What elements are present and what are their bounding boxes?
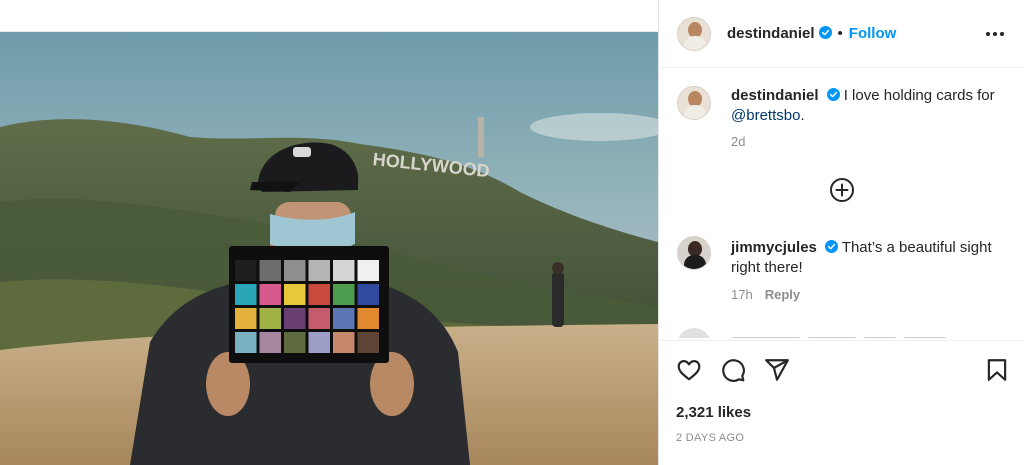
color-swatch	[308, 308, 330, 329]
color-swatch	[284, 284, 306, 305]
author-username[interactable]: destindaniel	[727, 25, 815, 42]
top-strip	[0, 0, 658, 32]
color-chart-card	[229, 246, 389, 363]
color-swatch	[284, 332, 306, 353]
color-swatch	[333, 284, 355, 305]
post-details-panel: destindaniel • Follow destindaniel I love …	[658, 0, 1024, 465]
color-swatch	[357, 332, 379, 353]
post-actions: 2,321 likes 2 DAYS AGO	[659, 340, 1024, 465]
color-swatch	[308, 284, 330, 305]
color-swatch	[357, 308, 379, 329]
plus-circle-icon[interactable]	[829, 177, 855, 203]
post-header: destindaniel • Follow	[659, 0, 1024, 68]
caption-meta: 2d	[731, 134, 745, 149]
author-avatar[interactable]	[677, 17, 711, 51]
bookmark-icon[interactable]	[984, 357, 1010, 383]
comment-icon[interactable]	[720, 357, 746, 383]
avatar	[677, 328, 711, 338]
share-icon[interactable]	[764, 357, 790, 383]
comment-text-partial	[731, 330, 991, 338]
color-swatch	[259, 332, 281, 353]
verified-badge-icon	[826, 88, 840, 101]
comment-username[interactable]: jimmycjules	[731, 239, 817, 256]
post-photo[interactable]: HOLLYWOOD	[0, 32, 658, 465]
caption-username[interactable]: destindaniel	[731, 87, 819, 104]
caption-body: I love holding cards for	[843, 87, 995, 104]
color-swatch	[333, 332, 355, 353]
color-swatch	[284, 308, 306, 329]
header-row: destindaniel • Follow	[727, 25, 896, 43]
verified-badge-icon	[824, 240, 838, 253]
follow-button[interactable]: Follow	[849, 25, 897, 42]
comment-item-partial	[677, 328, 1007, 338]
color-swatch	[235, 308, 257, 329]
color-swatch	[357, 284, 379, 305]
color-swatch	[333, 260, 355, 281]
color-swatch	[308, 332, 330, 353]
color-swatch	[259, 308, 281, 329]
caption-time: 2d	[731, 134, 746, 149]
caption-avatar[interactable]	[677, 86, 711, 120]
caption-mention[interactable]: @brettsbo	[731, 107, 800, 124]
color-swatch	[284, 260, 306, 281]
color-swatch	[235, 260, 257, 281]
color-swatch	[259, 284, 281, 305]
verified-badge-icon	[818, 26, 832, 39]
like-count[interactable]: 2,321 likes	[676, 404, 751, 421]
color-swatch	[333, 308, 355, 329]
reply-button[interactable]: Reply	[765, 287, 800, 302]
caption-text: destindaniel I love holding cards for @b…	[731, 86, 1001, 126]
comment-time: 17h	[731, 287, 753, 302]
post-image: HOLLYWOOD	[0, 32, 658, 465]
comment-text: jimmycjules That’s a beautiful sight rig…	[731, 238, 1001, 278]
color-swatch	[235, 284, 257, 305]
color-swatch	[235, 332, 257, 353]
color-swatch	[357, 260, 379, 281]
color-swatch	[259, 260, 281, 281]
comment-meta: 17h Reply	[731, 287, 800, 302]
heart-icon[interactable]	[676, 357, 702, 383]
separator-dot: •	[837, 25, 843, 42]
color-swatch	[308, 260, 330, 281]
more-options-icon[interactable]	[985, 24, 1005, 44]
caption-end: .	[800, 107, 805, 124]
commenter-avatar[interactable]	[677, 236, 711, 270]
post-date[interactable]: 2 DAYS AGO	[676, 432, 744, 444]
